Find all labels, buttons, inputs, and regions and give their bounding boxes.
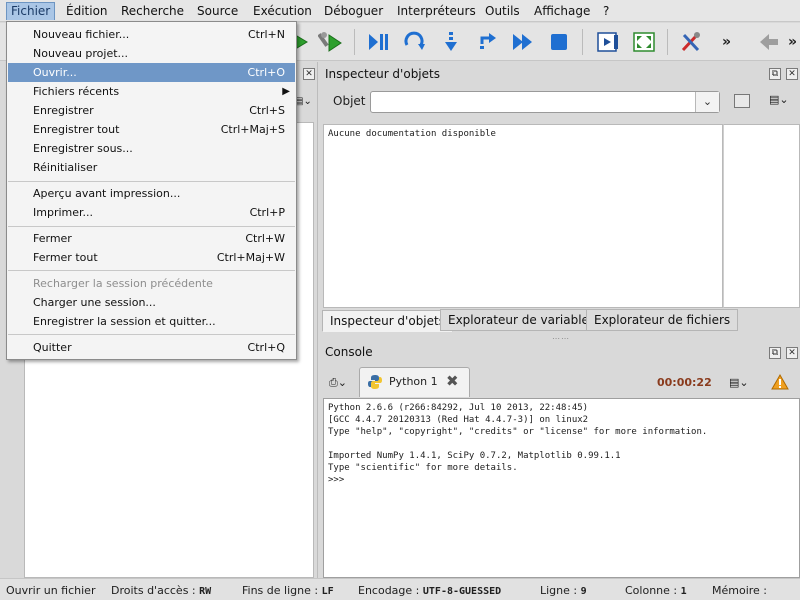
- console-menu-icon[interactable]: ⎙⌄: [329, 376, 347, 390]
- object-combobox[interactable]: ⌄: [370, 91, 720, 113]
- menu-execution[interactable]: Exécution: [249, 2, 316, 20]
- menu-item-save-all[interactable]: Enregistrer tout Ctrl+Maj+S: [8, 120, 295, 139]
- menu-item-print-preview[interactable]: Aperçu avant impression...: [8, 184, 295, 203]
- maximize-pane-icon[interactable]: [595, 29, 621, 55]
- status-eol: Fins de ligne : LF: [242, 584, 334, 597]
- undock-icon[interactable]: ⧉: [769, 347, 781, 359]
- menu-source[interactable]: Source: [193, 2, 242, 20]
- console-tab-label: Python 1: [389, 375, 438, 388]
- console-output[interactable]: Python 2.6.6 (r266:84292, Jul 10 2013, 2…: [323, 398, 800, 578]
- menu-interpreteurs[interactable]: Interpréteurs: [393, 2, 480, 20]
- documentation-side: [723, 124, 800, 308]
- toolbar-overflow-icon[interactable]: »: [788, 29, 800, 55]
- chevron-right-icon: ▶: [282, 86, 290, 97]
- doc-text: Aucune documentation disponible: [328, 129, 496, 139]
- splitter-handle[interactable]: ⋯⋯: [552, 334, 570, 343]
- options-menu-icon[interactable]: ▤⌄: [769, 93, 789, 106]
- step-icon[interactable]: [402, 29, 428, 55]
- object-label: Objet: [333, 94, 366, 108]
- console-title: Console: [325, 345, 373, 359]
- toolbar-separator: [582, 29, 583, 55]
- debug-icon[interactable]: [366, 29, 392, 55]
- status-column: Colonne : 1: [625, 584, 687, 597]
- menu-separator: [8, 334, 295, 335]
- menu-recherche[interactable]: Recherche: [117, 2, 188, 20]
- close-icon[interactable]: ✕: [786, 347, 798, 359]
- menu-fichier[interactable]: Fichier: [6, 2, 56, 20]
- tab-object-inspector[interactable]: Inspecteur d'objets: [322, 310, 453, 332]
- menu-item-new-project[interactable]: Nouveau projet...: [8, 44, 295, 63]
- toolbar-overflow-icon[interactable]: »: [722, 29, 736, 55]
- menu-item-print[interactable]: Imprimer... Ctrl+P: [8, 203, 295, 222]
- status-line: Ligne : 9: [540, 584, 587, 597]
- back-arrow-icon[interactable]: [756, 29, 782, 55]
- step-return-icon[interactable]: [474, 29, 500, 55]
- menu-item-close[interactable]: Fermer Ctrl+W: [8, 229, 295, 248]
- preferences-icon[interactable]: [678, 29, 704, 55]
- menu-item-load-session[interactable]: Charger une session...: [8, 293, 295, 312]
- menu-separator: [8, 181, 295, 182]
- status-bar: Ouvrir un fichier Droits d'accès : RW Fi…: [0, 578, 800, 600]
- tab-variable-explorer[interactable]: Explorateur de variables: [440, 309, 604, 331]
- file-menu: Nouveau fichier... Ctrl+N Nouveau projet.…: [6, 21, 297, 360]
- menu-affichage[interactable]: Affichage: [530, 2, 594, 20]
- status-encoding: Encodage : UTF-8-GUESSED: [358, 584, 502, 597]
- lock-icon[interactable]: [734, 94, 750, 108]
- run-settings-icon[interactable]: [318, 29, 344, 55]
- menu-item-save[interactable]: Enregistrer Ctrl+S: [8, 101, 295, 120]
- object-inspector-title: Inspecteur d'objets: [325, 67, 440, 81]
- menu-item-save-as[interactable]: Enregistrer sous...: [8, 139, 295, 158]
- status-message: Ouvrir un fichier: [6, 584, 96, 597]
- menu-item-revert[interactable]: Réinitialiser: [8, 158, 295, 177]
- menu-item-close-all[interactable]: Fermer tout Ctrl+Maj+W: [8, 248, 295, 267]
- menu-item-open[interactable]: Ouvrir... Ctrl+O: [8, 63, 295, 82]
- stop-debug-icon[interactable]: [546, 29, 572, 55]
- console-timer: 00:00:22: [657, 376, 712, 389]
- menu-item-recent-files[interactable]: Fichiers récents ▶: [8, 82, 295, 101]
- object-input[interactable]: [371, 92, 691, 112]
- documentation-area: Aucune documentation disponible: [323, 124, 723, 308]
- menu-help[interactable]: ?: [599, 2, 613, 20]
- console-options-icon[interactable]: ▤⌄: [729, 376, 749, 389]
- tab-file-explorer[interactable]: Explorateur de fichiers: [586, 309, 739, 331]
- toolbar-separator: [667, 29, 668, 55]
- continue-icon[interactable]: [510, 29, 536, 55]
- python-icon: [368, 375, 382, 389]
- fullscreen-icon[interactable]: [631, 29, 657, 55]
- status-access: Droits d'accès : RW: [111, 584, 212, 597]
- menu-edition[interactable]: Édition: [62, 2, 112, 20]
- menu-outils[interactable]: Outils: [481, 2, 524, 20]
- menu-item-quit[interactable]: Quitter Ctrl+Q: [8, 338, 295, 357]
- close-icon[interactable]: ✕: [303, 68, 315, 80]
- close-tab-icon[interactable]: ✖: [446, 372, 459, 390]
- menu-item-reload-session: Recharger la session précédente: [33, 277, 213, 290]
- close-icon[interactable]: ✕: [786, 68, 798, 80]
- undock-icon[interactable]: ⧉: [769, 68, 781, 80]
- menu-bar: Fichier Édition Recherche Source Exécuti…: [0, 0, 800, 22]
- menu-separator: [8, 270, 295, 271]
- status-memory: Mémoire :: [712, 584, 768, 597]
- toolbar-separator: [354, 29, 355, 55]
- menu-item-new-file[interactable]: Nouveau fichier... Ctrl+N: [8, 25, 295, 44]
- menu-deboguer[interactable]: Déboguer: [320, 2, 387, 20]
- step-into-icon[interactable]: [438, 29, 464, 55]
- console-tab[interactable]: Python 1 ✖: [359, 367, 470, 397]
- menu-item-save-session-quit[interactable]: Enregistrer la session et quitter...: [8, 312, 295, 331]
- warning-icon[interactable]: [771, 374, 789, 390]
- chevron-down-icon[interactable]: ⌄: [695, 92, 719, 112]
- menu-separator: [8, 226, 295, 227]
